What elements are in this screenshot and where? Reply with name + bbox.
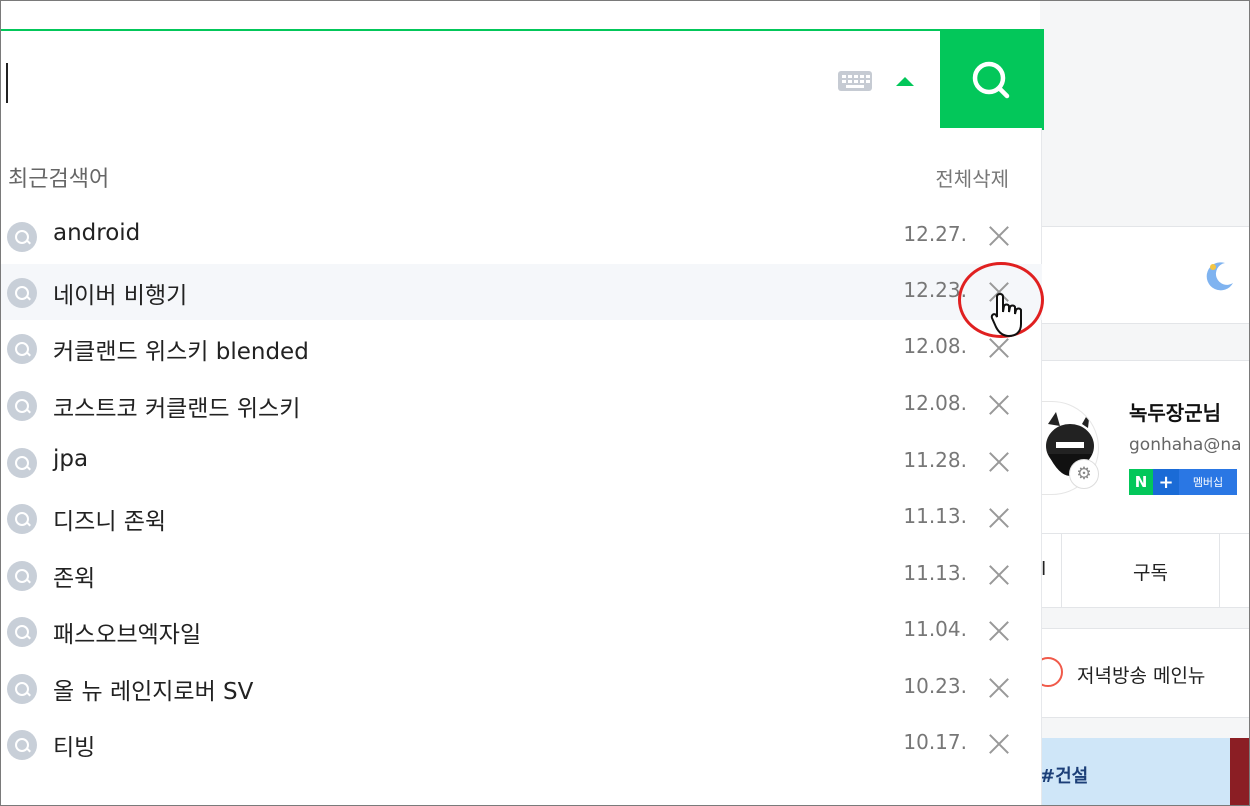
close-icon[interactable]	[988, 677, 1010, 699]
item-date: 11.28.	[903, 448, 967, 472]
close-icon[interactable]	[988, 620, 1010, 642]
banner-text: #건설	[1040, 766, 1089, 787]
search-button[interactable]	[940, 31, 1042, 128]
search-input[interactable]	[6, 63, 8, 103]
close-icon[interactable]	[988, 507, 1010, 529]
item-date: 10.23.	[903, 674, 967, 698]
item-label[interactable]: 코스트코 커클랜드 위스키	[53, 389, 300, 423]
item-date: 10.17.	[903, 730, 967, 754]
recent-header: 최근검색어 전체삭제	[0, 128, 1042, 208]
item-label[interactable]: 네이버 비행기	[53, 276, 187, 310]
list-item[interactable]: jpa 11.28.	[0, 434, 1042, 490]
membership-label: 멤버십	[1179, 469, 1237, 495]
search-history-icon	[7, 334, 37, 364]
search-history-icon	[7, 674, 37, 704]
moon-icon	[1206, 262, 1233, 291]
item-date: 12.08.	[903, 391, 967, 415]
item-label[interactable]: 패스오브엑자일	[53, 615, 201, 649]
divider	[1061, 534, 1062, 608]
plus-icon: +	[1153, 469, 1179, 495]
close-icon[interactable]	[988, 394, 1010, 416]
list-item[interactable]: 티빙 10.17.	[0, 716, 1042, 772]
item-label[interactable]: 티빙	[53, 728, 95, 762]
profile-card: ⚙ 녹두장군님 gonhaha@na N + 멤버십 l 구독	[1040, 360, 1250, 608]
item-label[interactable]: 커클랜드 위스키 blended	[53, 332, 309, 366]
item-label[interactable]: jpa	[53, 446, 88, 472]
item-date: 11.04.	[903, 617, 967, 641]
item-date: 11.13.	[903, 504, 967, 528]
profile-name: 녹두장군님	[1129, 401, 1221, 425]
search-history-icon	[7, 448, 37, 478]
list-item[interactable]: 커클랜드 위스키 blended 12.08.	[0, 320, 1042, 376]
search-history-icon	[7, 391, 37, 421]
item-date: 11.13.	[903, 561, 967, 585]
recent-title: 최근검색어	[8, 167, 110, 192]
news-card: 저녁방송 메인뉴	[1033, 628, 1250, 718]
close-icon[interactable]	[988, 337, 1010, 359]
close-icon[interactable]	[988, 733, 1010, 755]
naver-logo-icon: N	[1129, 469, 1153, 495]
caret-up-icon[interactable]	[896, 77, 914, 86]
item-label[interactable]: 디즈니 존윅	[53, 502, 166, 536]
close-icon[interactable]	[988, 564, 1010, 586]
tab-subscribe[interactable]: 구독	[1133, 558, 1168, 585]
close-icon[interactable]	[988, 225, 1010, 247]
profile-email: gonhaha@na	[1129, 435, 1242, 455]
list-item[interactable]: 패스오브엑자일 11.04.	[0, 603, 1042, 659]
weather-widget	[1040, 226, 1250, 324]
search-history-icon	[7, 730, 37, 760]
list-item[interactable]: 올 뉴 레인지로버 SV 10.23.	[0, 660, 1042, 716]
search-history-icon	[7, 278, 37, 308]
membership-badge[interactable]: N + 멤버십	[1129, 469, 1237, 495]
recent-search-dropdown: 최근검색어 전체삭제 android 12.27. 네이버 비행기 12.23.…	[0, 128, 1042, 806]
search-box	[0, 29, 1044, 130]
item-label[interactable]: android	[53, 220, 140, 246]
list-item[interactable]: 디즈니 존윅 11.13.	[0, 490, 1042, 546]
search-history-icon	[7, 561, 37, 591]
ad-banner[interactable]: #건설	[1040, 738, 1250, 806]
item-label[interactable]: 올 뉴 레인지로버 SV	[53, 672, 253, 706]
list-item[interactable]: 코스트코 커클랜드 위스키 12.08.	[0, 377, 1042, 433]
item-date: 12.08.	[903, 334, 967, 358]
clear-all-button[interactable]: 전체삭제	[935, 163, 1009, 192]
item-date: 12.27.	[903, 222, 967, 246]
item-label[interactable]: 존윅	[53, 559, 95, 593]
list-item[interactable]: 네이버 비행기 12.23.	[0, 264, 1042, 320]
list-item[interactable]: android 12.27.	[0, 208, 1042, 264]
search-icon	[972, 61, 1010, 98]
news-headline[interactable]: 저녁방송 메인뉴	[1077, 661, 1205, 688]
search-history-icon	[7, 222, 37, 252]
search-history-icon	[7, 504, 37, 534]
close-icon[interactable]	[988, 451, 1010, 473]
banner-edge	[1230, 738, 1250, 806]
profile-tabs: l 구독	[1041, 533, 1250, 608]
keyboard-icon[interactable]	[838, 71, 872, 91]
search-history-icon	[7, 617, 37, 647]
divider	[1219, 534, 1220, 608]
hand-cursor-icon	[990, 292, 1022, 338]
list-item[interactable]: 존윅 11.13.	[0, 547, 1042, 603]
gear-icon[interactable]: ⚙	[1069, 459, 1099, 489]
